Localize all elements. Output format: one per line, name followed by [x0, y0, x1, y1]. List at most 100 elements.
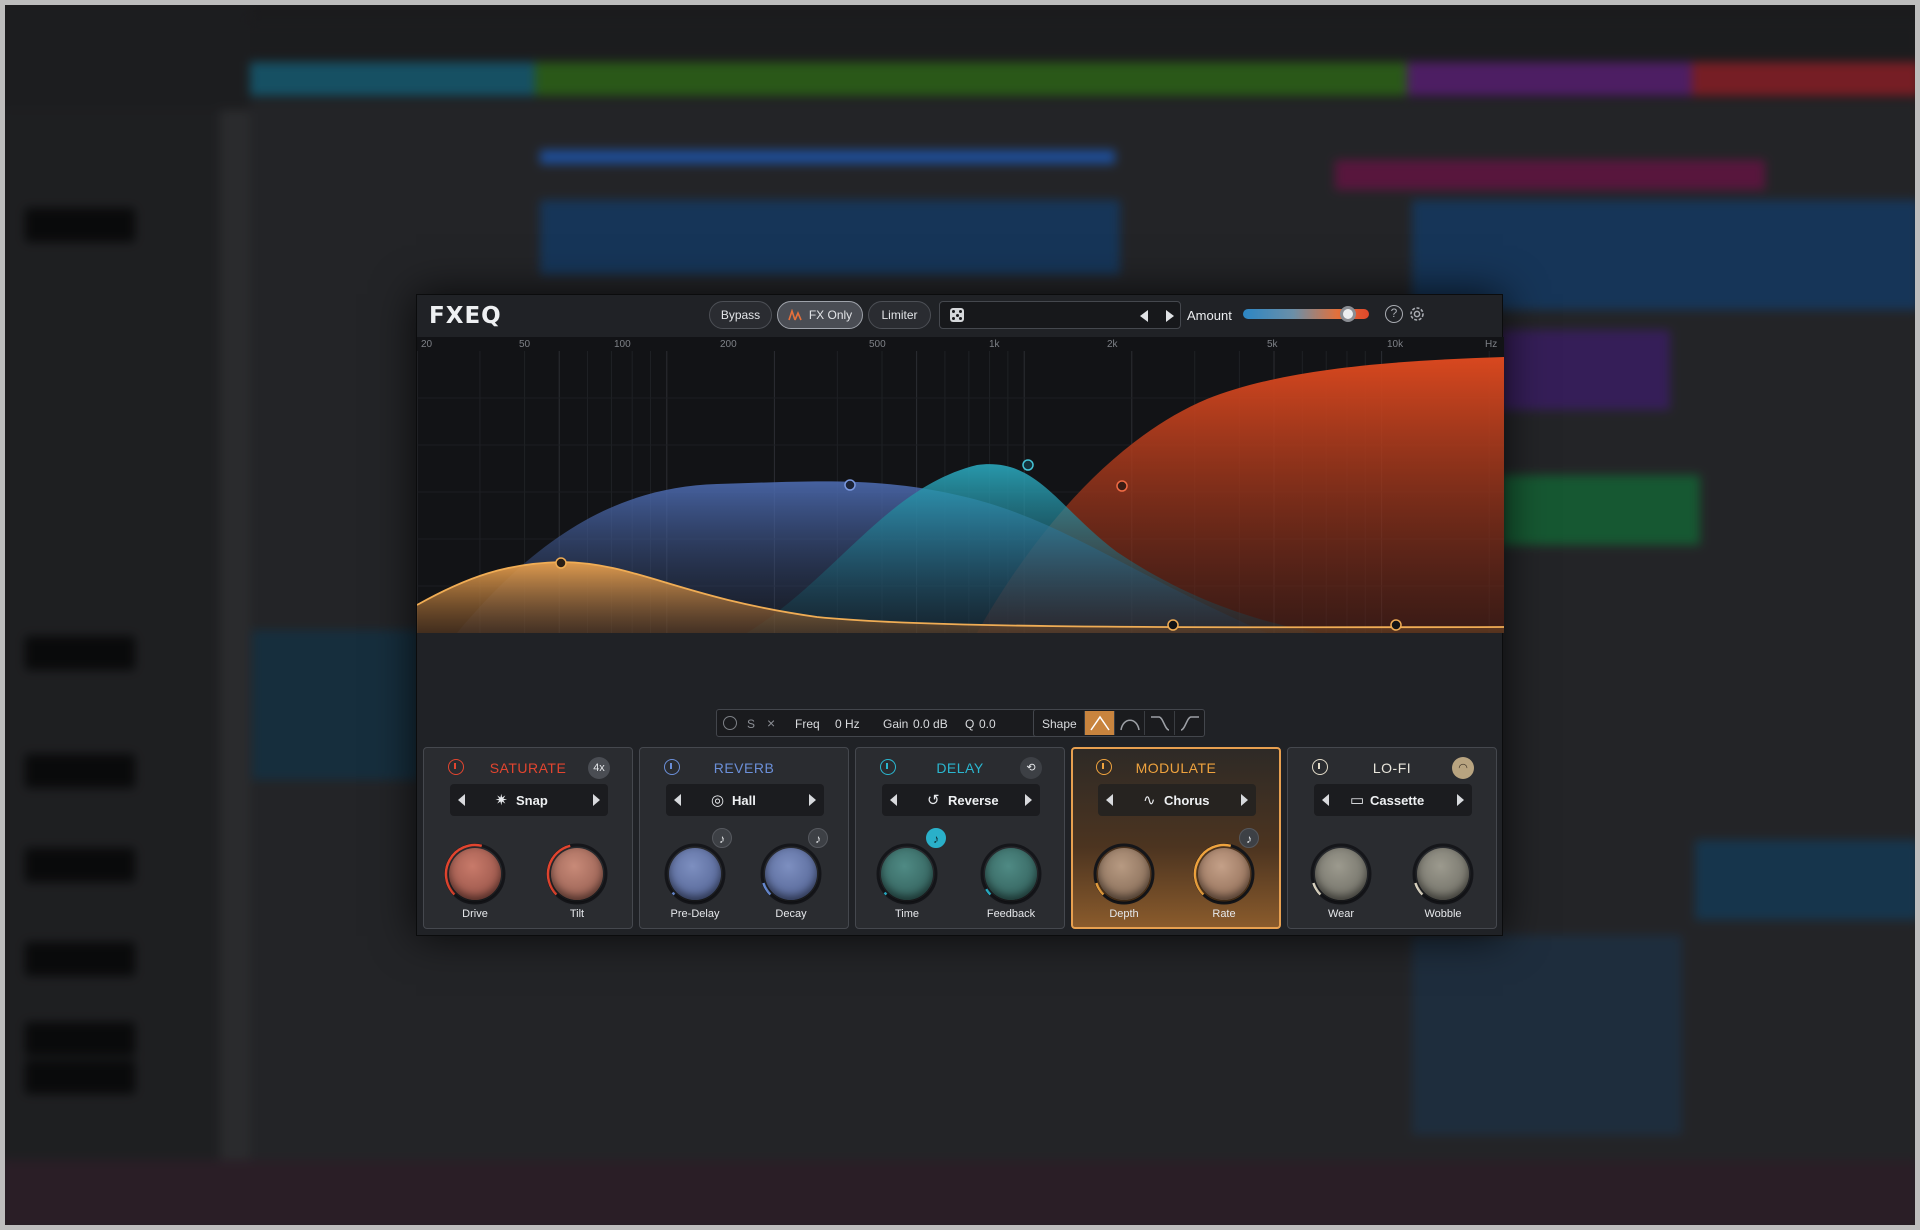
fx-only-button[interactable]: FX Only: [777, 301, 863, 329]
eq-node-red[interactable]: [1116, 480, 1128, 492]
preset-browser[interactable]: [939, 301, 1181, 329]
reverb-preset-selector[interactable]: ◎ Hall: [666, 784, 824, 816]
tilt-label: Tilt: [569, 908, 585, 920]
track-meter: [25, 1060, 135, 1094]
next-icon[interactable]: [1457, 794, 1464, 806]
waveform-icon: [788, 309, 802, 321]
reverse-icon: ↺: [927, 792, 940, 809]
fx-only-label: FX Only: [808, 308, 853, 322]
marker-verse: [535, 62, 1407, 96]
freq-label-1k: 1k: [989, 339, 1000, 350]
amount-slider[interactable]: [1243, 306, 1369, 322]
reverb-preset: Hall: [732, 793, 756, 808]
prev-icon[interactable]: [674, 794, 681, 806]
lofi-character-icon[interactable]: ◠: [1452, 757, 1474, 779]
cassette-icon: ▭: [1350, 792, 1365, 809]
freq-label: Freq: [795, 717, 820, 731]
oversample-badge[interactable]: 4x: [588, 757, 610, 779]
wobble-knob[interactable]: [1412, 843, 1474, 905]
module-saturate[interactable]: SATURATE 4x ✷ Snap Drive Tilt: [423, 747, 633, 929]
module-delay[interactable]: DELAY ⟲ ↺ Reverse ♪ Time Feedback: [855, 747, 1065, 929]
gain-value[interactable]: 0.0 dB: [913, 717, 948, 731]
clip: [1412, 935, 1682, 1135]
rate-knob[interactable]: [1193, 843, 1255, 905]
depth-knob[interactable]: [1093, 843, 1155, 905]
time-knob[interactable]: [876, 843, 938, 905]
clip: [1500, 475, 1700, 545]
rate-label: Rate: [1212, 908, 1236, 920]
dice-icon[interactable]: [950, 308, 964, 322]
eq-node-orange[interactable]: [555, 557, 567, 569]
decay-label: Decay: [775, 908, 807, 920]
clip: [540, 200, 1120, 275]
delay-preset-selector[interactable]: ↺ Reverse: [882, 784, 1040, 816]
next-icon[interactable]: [809, 794, 816, 806]
marker-verse-2: [1692, 62, 1920, 96]
shape-bell-button[interactable]: [1084, 711, 1114, 735]
eq-display[interactable]: 20 50 100 200 500 1k 2k 5k 10k Hz: [417, 337, 1504, 633]
limiter-button[interactable]: Limiter: [868, 301, 931, 329]
shape-highshelf-button[interactable]: [1174, 711, 1204, 735]
feedback-knob[interactable]: [980, 843, 1042, 905]
preset-prev-icon[interactable]: [1140, 310, 1148, 322]
next-icon[interactable]: [1241, 794, 1248, 806]
bypass-label: Bypass: [720, 308, 761, 322]
wobble-label: Wobble: [1424, 908, 1462, 920]
prev-icon[interactable]: [1106, 794, 1113, 806]
saturate-preset-selector[interactable]: ✷ Snap: [450, 784, 608, 816]
module-modulate[interactable]: MODULATE ∿ Chorus ♪ Depth Rate: [1071, 747, 1281, 929]
clip: [1500, 330, 1670, 410]
decay-knob[interactable]: [760, 843, 822, 905]
freq-label-50: 50: [519, 339, 531, 350]
daw-header: [0, 0, 250, 110]
ping-pong-icon[interactable]: ⟲: [1020, 757, 1042, 779]
tilt-knob[interactable]: [546, 843, 608, 905]
clip: [1695, 840, 1920, 920]
prev-icon[interactable]: [890, 794, 897, 806]
gear-icon[interactable]: [1407, 304, 1427, 324]
module-lofi[interactable]: LO-FI ◠ ▭ Cassette Wear Wobble: [1287, 747, 1497, 929]
notch-shape-icon: [1120, 719, 1140, 731]
shape-notch-button[interactable]: [1114, 711, 1144, 735]
prev-icon[interactable]: [1322, 794, 1329, 806]
shape-label: Shape: [1042, 717, 1077, 731]
prev-icon[interactable]: [458, 794, 465, 806]
bypass-button[interactable]: Bypass: [709, 301, 772, 329]
bell-shape-icon: [1090, 715, 1110, 731]
reverb-title: REVERB: [713, 760, 775, 776]
eq-graph[interactable]: [417, 337, 1504, 633]
wear-knob[interactable]: [1310, 843, 1372, 905]
modulate-preset-selector[interactable]: ∿ Chorus: [1098, 784, 1256, 816]
screen: FXEQ Bypass FX Only Limiter Amount ? 20 …: [0, 0, 1920, 1230]
eq-node-high[interactable]: [1390, 619, 1402, 631]
lofi-preset-selector[interactable]: ▭ Cassette: [1314, 784, 1472, 816]
freq-label-hz: Hz: [1485, 339, 1498, 350]
clip: [252, 630, 422, 780]
daw-bottom-strip: [0, 1160, 1920, 1230]
drive-label: Drive: [462, 908, 488, 920]
eq-node-blue[interactable]: [844, 479, 856, 491]
amount-slider-thumb[interactable]: [1339, 306, 1356, 322]
pre-delay-label: Pre-Delay: [670, 908, 720, 920]
q-value[interactable]: 0.0: [979, 717, 996, 731]
marker-chorus: [1407, 62, 1692, 96]
band-close-icon[interactable]: ×: [767, 715, 775, 731]
band-power-icon[interactable]: [723, 716, 737, 730]
track-meter: [25, 942, 135, 976]
shape-lowshelf-button[interactable]: [1144, 711, 1174, 735]
band-solo-button[interactable]: S: [747, 717, 755, 731]
freq-label-100: 100: [614, 339, 631, 350]
next-icon[interactable]: [593, 794, 600, 806]
drive-knob[interactable]: [444, 843, 506, 905]
preset-next-icon[interactable]: [1166, 310, 1174, 322]
pre-delay-knob[interactable]: [664, 843, 726, 905]
eq-node-teal[interactable]: [1022, 459, 1034, 471]
shape-selector: Shape: [1033, 709, 1205, 737]
module-reverb[interactable]: REVERB ◎ Hall ♪ ♪ Pre-Delay Decay: [639, 747, 849, 929]
help-icon[interactable]: ?: [1385, 305, 1403, 323]
snap-icon: ✷: [495, 792, 508, 809]
freq-value[interactable]: 0 Hz: [835, 717, 860, 731]
eq-node-low[interactable]: [1167, 619, 1179, 631]
next-icon[interactable]: [1025, 794, 1032, 806]
plugin-logo: FXEQ: [429, 303, 502, 329]
